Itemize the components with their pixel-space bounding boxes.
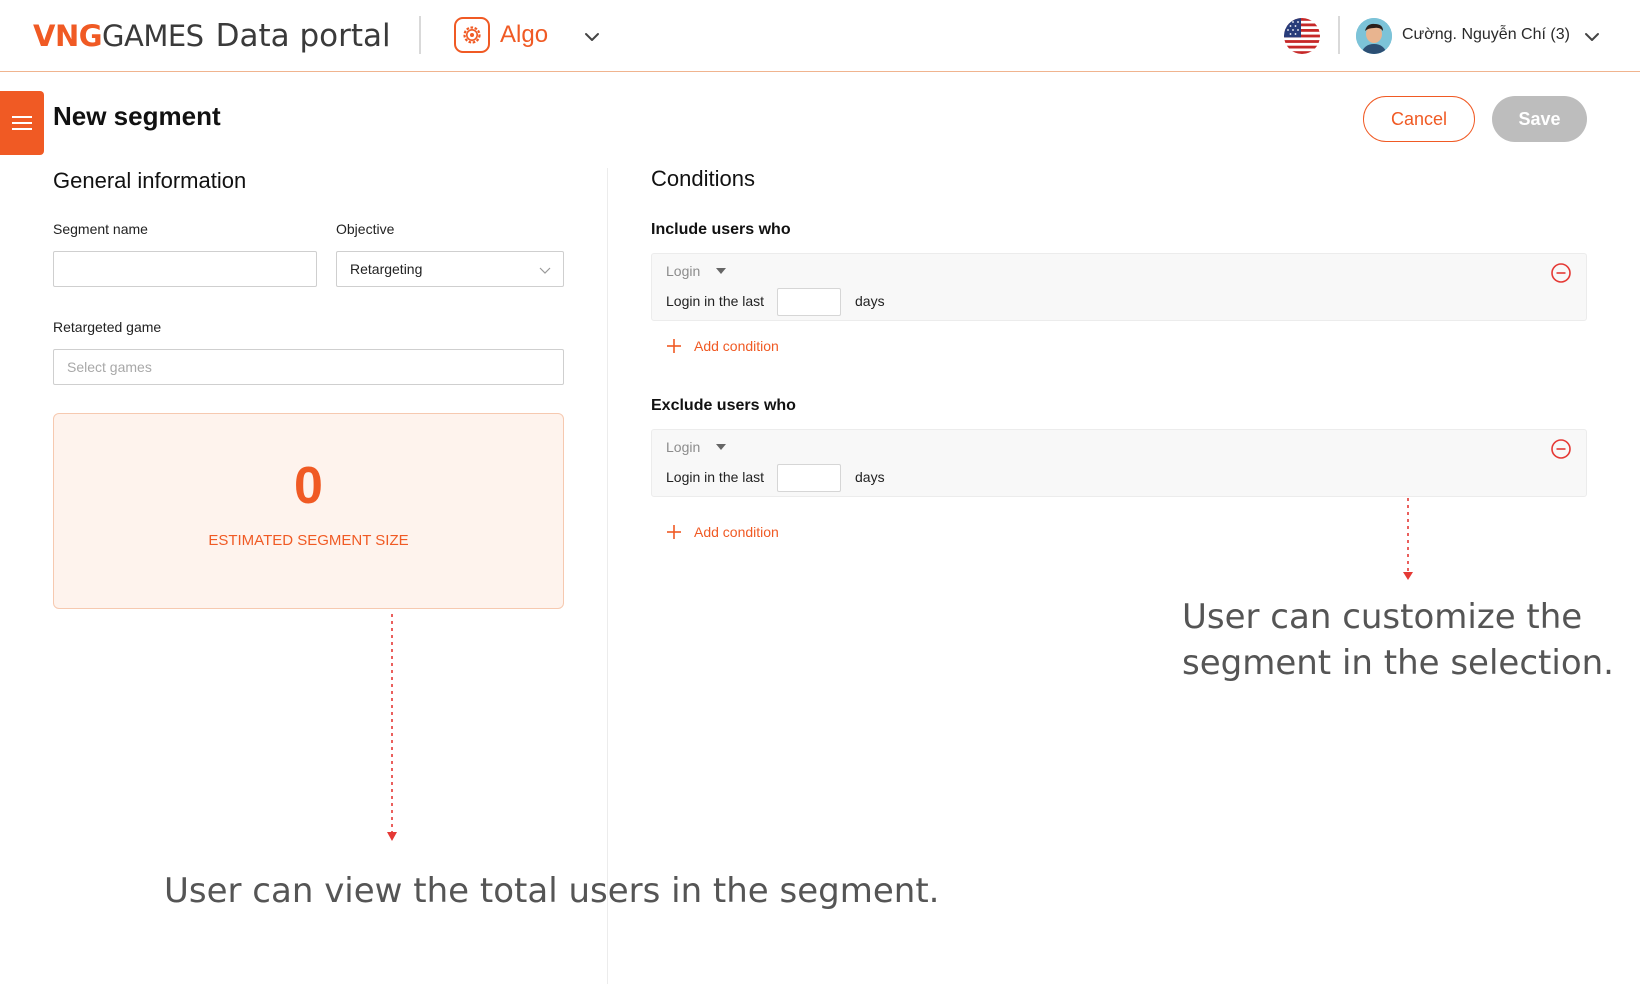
- top-header: VNG GAMES Data portal Algo Cường. Nguyễn…: [0, 0, 1640, 72]
- include-add-condition-label: Add condition: [694, 338, 779, 354]
- brand-logo[interactable]: VNG GAMES Data portal: [33, 14, 391, 58]
- include-add-condition-button[interactable]: Add condition: [666, 338, 779, 354]
- brand-portal-title: Data portal: [215, 18, 391, 54]
- exclude-add-condition-button[interactable]: Add condition: [666, 524, 779, 540]
- page-title: New segment: [53, 101, 221, 131]
- retargeted-game-select[interactable]: Select games: [53, 349, 564, 385]
- annotation-customize-line1: User can customize the: [1182, 597, 1583, 637]
- us-flag-icon[interactable]: [1284, 18, 1320, 54]
- exclude-days-input[interactable]: [777, 464, 841, 492]
- general-info-title: General information: [53, 168, 247, 193]
- hamburger-icon: [12, 116, 32, 130]
- annotation-arrow-down-icon: [1403, 498, 1413, 580]
- estimated-segment-size-card: 0 ESTIMATED SEGMENT SIZE: [53, 413, 564, 609]
- annotation-customize: User can customize the segment in the se…: [1182, 594, 1614, 686]
- exclude-event-value: Login: [666, 439, 701, 455]
- objective-value: Retargeting: [350, 261, 423, 277]
- segment-name-label: Segment name: [53, 221, 148, 237]
- estimated-segment-size-label: ESTIMATED SEGMENT SIZE: [208, 532, 409, 549]
- retargeted-game-label: Retargeted game: [53, 319, 162, 335]
- exclude-condition-suffix: days: [855, 469, 885, 485]
- chevron-down-icon: [539, 267, 551, 274]
- algo-gear-icon: [454, 17, 490, 53]
- plus-icon: [667, 525, 681, 539]
- exclude-condition-prefix: Login in the last: [666, 469, 765, 485]
- app-name: Algo: [500, 21, 549, 48]
- exclude-event-select[interactable]: Login: [666, 439, 727, 455]
- annotation-total-users: User can view the total users in the seg…: [164, 871, 940, 911]
- column-divider: [607, 168, 608, 984]
- header-divider: [419, 16, 421, 54]
- save-button[interactable]: Save: [1492, 96, 1587, 142]
- include-condition-row: Login Login in the last days: [651, 253, 1587, 321]
- brand-games: GAMES: [102, 19, 204, 53]
- objective-select[interactable]: Retargeting: [336, 251, 564, 287]
- exclude-condition-row: Login Login in the last days: [651, 429, 1587, 497]
- annotation-customize-line2: segment in the selection.: [1182, 643, 1614, 683]
- caret-down-icon: [716, 444, 727, 450]
- exclude-users-title: Exclude users who: [651, 397, 796, 414]
- chevron-down-icon[interactable]: [583, 28, 601, 46]
- caret-down-icon: [716, 268, 727, 274]
- include-event-select[interactable]: Login: [666, 263, 727, 279]
- avatar[interactable]: [1356, 18, 1392, 54]
- remove-circle-icon[interactable]: [1550, 262, 1572, 284]
- segment-name-input[interactable]: [53, 251, 317, 287]
- include-condition-prefix: Login in the last: [666, 293, 765, 309]
- brand-vng: VNG: [33, 19, 103, 53]
- include-users-title: Include users who: [651, 221, 791, 238]
- include-event-value: Login: [666, 263, 701, 279]
- annotation-arrow-down-icon: [387, 614, 397, 841]
- conditions-title: Conditions: [651, 166, 755, 191]
- sidebar-toggle-button[interactable]: [0, 91, 44, 155]
- include-condition-suffix: days: [855, 293, 885, 309]
- header-divider: [1338, 16, 1340, 54]
- app-switcher[interactable]: Algo: [454, 17, 548, 53]
- estimated-segment-size-value: 0: [294, 457, 323, 515]
- remove-circle-icon[interactable]: [1550, 438, 1572, 460]
- exclude-add-condition-label: Add condition: [694, 524, 779, 540]
- objective-label: Objective: [336, 221, 395, 237]
- plus-icon: [667, 339, 681, 353]
- chevron-down-icon[interactable]: [1583, 28, 1601, 46]
- user-name[interactable]: Cường. Nguyễn Chí (3): [1402, 26, 1570, 44]
- cancel-button[interactable]: Cancel: [1363, 96, 1475, 142]
- include-days-input[interactable]: [777, 288, 841, 316]
